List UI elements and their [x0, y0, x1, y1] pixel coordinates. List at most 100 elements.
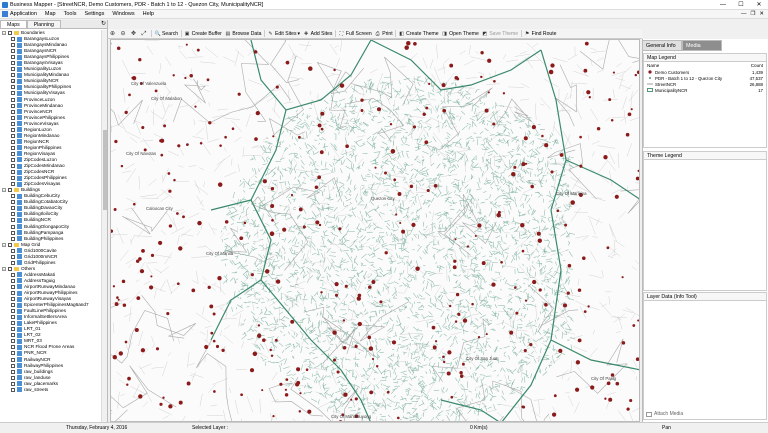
layer-checkbox[interactable] — [11, 315, 15, 320]
customer-point[interactable] — [590, 385, 595, 390]
customer-point[interactable] — [275, 85, 279, 89]
full-screen-button[interactable]: ⛶ Full Screen — [337, 29, 373, 38]
customer-point[interactable] — [141, 249, 145, 253]
customer-point[interactable] — [253, 50, 258, 54]
collapse-toggle-icon[interactable]: - — [2, 266, 6, 271]
layer-checkbox[interactable] — [11, 157, 15, 162]
customer-point[interactable] — [520, 222, 525, 228]
customer-point[interactable] — [215, 344, 220, 349]
group-checkbox[interactable] — [8, 31, 12, 35]
customer-point[interactable] — [544, 303, 548, 307]
layer-checkbox[interactable] — [11, 230, 15, 235]
customer-point[interactable] — [424, 140, 429, 145]
customer-point[interactable] — [124, 340, 128, 344]
layer-checkbox[interactable] — [11, 182, 15, 187]
customer-point[interactable] — [577, 338, 582, 343]
customer-point[interactable] — [442, 360, 446, 364]
customer-point[interactable] — [587, 305, 590, 308]
customer-point[interactable] — [319, 150, 324, 155]
customer-point[interactable] — [344, 284, 348, 288]
customer-point[interactable] — [584, 41, 589, 46]
customer-point[interactable] — [339, 83, 345, 88]
customer-point[interactable] — [149, 285, 154, 290]
layer-checkbox[interactable] — [11, 170, 15, 175]
refresh-icon[interactable]: ↻ — [100, 20, 107, 28]
customer-point[interactable] — [532, 279, 537, 285]
browse-data-button[interactable]: ▤ Browse Data — [223, 29, 263, 38]
layer-checkbox[interactable] — [11, 248, 15, 253]
layer-checkbox[interactable] — [11, 49, 15, 54]
customer-point[interactable] — [454, 238, 457, 241]
customer-point[interactable] — [197, 220, 202, 226]
customer-point[interactable] — [459, 370, 463, 375]
customer-point[interactable] — [371, 280, 376, 284]
customer-point[interactable] — [604, 397, 607, 400]
close-button[interactable]: ✕ — [750, 0, 768, 10]
customer-point[interactable] — [272, 135, 275, 138]
customer-point[interactable] — [191, 288, 196, 293]
customer-point[interactable] — [455, 292, 460, 297]
layer-checkbox[interactable] — [11, 43, 15, 48]
customer-point[interactable] — [305, 368, 309, 371]
layer-checkbox[interactable] — [11, 363, 15, 368]
menu-map[interactable]: Map — [41, 11, 60, 17]
customer-point[interactable] — [350, 398, 353, 401]
customer-point[interactable] — [608, 98, 612, 102]
customer-point[interactable] — [213, 390, 216, 393]
layer-checkbox[interactable] — [11, 303, 15, 308]
menu-help[interactable]: Help — [139, 11, 158, 17]
customer-point[interactable] — [491, 282, 496, 287]
customer-point[interactable] — [371, 357, 375, 361]
customer-point[interactable] — [635, 176, 640, 181]
layer-checkbox[interactable] — [11, 321, 15, 326]
layer-checkbox[interactable] — [11, 278, 15, 283]
customer-point[interactable] — [630, 108, 633, 111]
layer-checkbox[interactable] — [11, 369, 15, 374]
customer-point[interactable] — [538, 288, 542, 292]
doc-minimize-button[interactable]: — — [741, 11, 747, 17]
customer-point[interactable] — [237, 92, 241, 96]
customer-point[interactable] — [345, 144, 349, 149]
customer-point[interactable] — [177, 144, 181, 148]
customer-point[interactable] — [462, 318, 468, 323]
menu-settings[interactable]: Settings — [80, 11, 108, 17]
layer-checkbox[interactable] — [11, 176, 15, 181]
customer-point[interactable] — [254, 137, 258, 141]
customer-point[interactable] — [433, 183, 438, 188]
customer-point[interactable] — [141, 125, 145, 130]
customer-point[interactable] — [136, 296, 141, 300]
customer-point[interactable] — [204, 344, 209, 350]
customer-point[interactable] — [442, 108, 447, 113]
customer-point[interactable] — [541, 134, 544, 138]
customer-point[interactable] — [431, 325, 436, 330]
layer-checkbox[interactable] — [11, 133, 15, 138]
scrollbar-thumb[interactable] — [103, 130, 107, 210]
layer-checkbox[interactable] — [11, 206, 15, 211]
customer-point[interactable] — [550, 170, 554, 174]
customer-point[interactable] — [637, 169, 640, 173]
customer-point[interactable] — [217, 182, 223, 187]
customer-point[interactable] — [271, 218, 274, 222]
customer-point[interactable] — [138, 58, 142, 62]
customer-point[interactable] — [521, 405, 525, 409]
customer-point[interactable] — [315, 220, 320, 225]
customer-point[interactable] — [456, 77, 460, 81]
customer-point[interactable] — [334, 282, 339, 287]
layer-checkbox[interactable] — [11, 345, 15, 350]
pan-button[interactable]: ✥ — [129, 29, 140, 38]
customer-point[interactable] — [257, 324, 261, 327]
layer-checkbox[interactable] — [11, 103, 15, 108]
customer-point[interactable] — [529, 342, 533, 347]
customer-point[interactable] — [173, 178, 176, 182]
group-checkbox[interactable] — [8, 242, 12, 247]
customer-point[interactable] — [556, 209, 560, 213]
customer-point[interactable] — [446, 371, 451, 376]
customer-point[interactable] — [614, 194, 619, 199]
customer-point[interactable] — [487, 58, 492, 63]
customer-point[interactable] — [582, 256, 586, 260]
customer-point[interactable] — [290, 193, 294, 197]
customer-point[interactable] — [189, 73, 193, 78]
layer-checkbox[interactable] — [11, 333, 15, 338]
edit-sites-button[interactable]: ✎ Edit Sites ▾ — [266, 29, 302, 38]
customer-point[interactable] — [269, 231, 275, 236]
